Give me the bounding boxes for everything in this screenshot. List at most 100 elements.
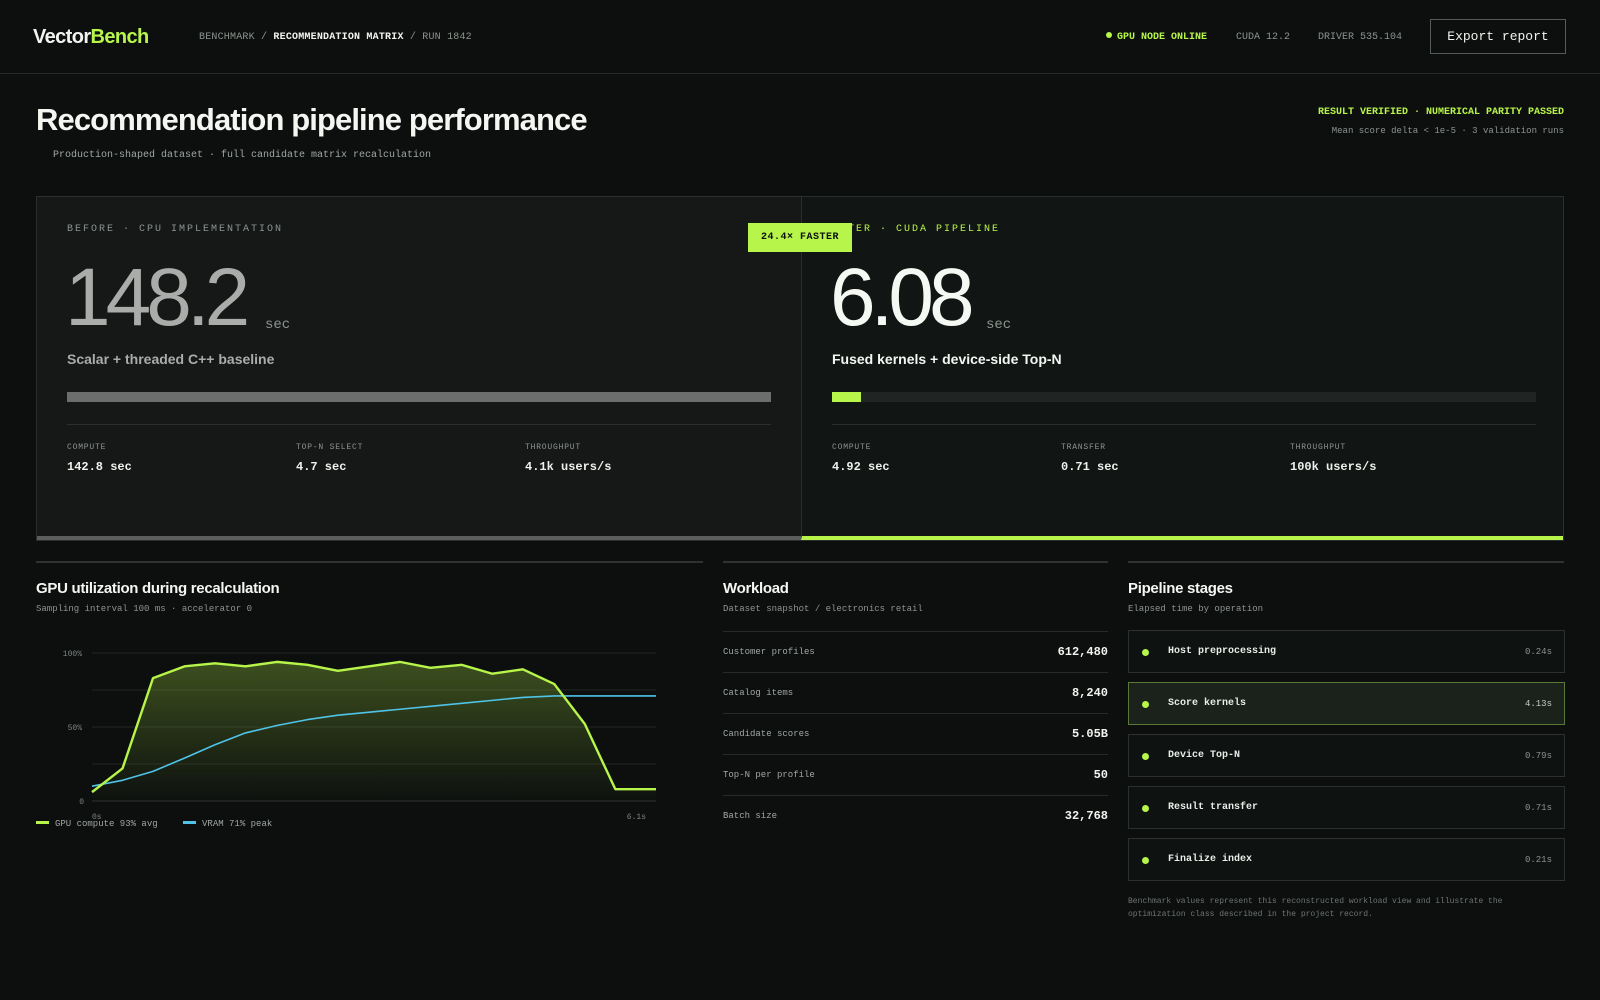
status-dot-icon	[1106, 32, 1112, 38]
page-title: Recommendation pipeline performance	[36, 102, 588, 137]
metric-value: 4.92 sec	[832, 460, 890, 474]
stage-time: 0.71s	[1524, 803, 1552, 813]
stage-finalize-index[interactable]: Finalize index 0.21s	[1128, 838, 1565, 881]
driver-version: DRIVER 535.104	[1318, 32, 1403, 43]
workload-key: Candidate scores	[723, 729, 810, 739]
x-tick-label: 6.1s	[627, 813, 646, 822]
before-time-bar	[67, 392, 771, 402]
before-label: BEFORE · CPU IMPLEMENTATION	[67, 224, 284, 235]
section-title: GPU utilization during recalculation	[36, 580, 280, 597]
pipeline-stages-section: Pipeline stages Elapsed time by operatio…	[1128, 561, 1565, 931]
benchmark-footnote: Benchmark values represent this reconstr…	[1128, 897, 1503, 919]
workload-key: Catalog items	[723, 688, 794, 698]
legend-swatch	[183, 821, 197, 824]
stage-result-transfer[interactable]: Result transfer 0.71s	[1128, 786, 1565, 829]
workload-row: Catalog items 8,240	[723, 672, 1108, 713]
after-panel: AFTER · CUDA PIPELINE 6.08 sec Fused ker…	[801, 197, 1563, 540]
after-time-bar	[832, 392, 1536, 402]
before-time-value: 148.2	[65, 252, 250, 343]
workload-row: Top-N per profile 50	[723, 754, 1108, 795]
y-tick-label: 100%	[63, 650, 82, 659]
metric-label: THROUGHPUT	[1290, 443, 1347, 452]
workload-value: 612,480	[1057, 645, 1108, 659]
gpu-status-label: GPU NODE ONLINE	[1117, 32, 1208, 43]
stage-dot-icon	[1142, 805, 1149, 812]
metric-label: COMPUTE	[832, 443, 872, 452]
after-time-bar-fill	[832, 392, 861, 402]
gpu-compute-area	[92, 661, 656, 801]
metric-label: THROUGHPUT	[525, 443, 582, 452]
stage-device-top-n[interactable]: Device Top-N 0.79s	[1128, 734, 1565, 777]
logo-part-bench: Bench	[90, 26, 150, 48]
top-bar: VectorBench BENCHMARK / RECOMMENDATION M…	[0, 0, 1600, 74]
cuda-version: CUDA 12.2	[1236, 32, 1291, 43]
legend-label: VRAM 71% peak	[202, 819, 273, 829]
section-title: Pipeline stages	[1128, 580, 1233, 597]
stage-time: 4.13s	[1524, 699, 1552, 709]
legend-label: GPU compute 93% avg	[55, 819, 158, 829]
workload-key: Top-N per profile	[723, 770, 815, 780]
stage-dot-icon	[1142, 701, 1149, 708]
breadcrumb-root[interactable]: BENCHMARK	[199, 32, 255, 43]
workload-value: 5.05B	[1071, 727, 1108, 741]
before-time-unit: sec	[265, 317, 291, 333]
breadcrumb-run: RUN 1842	[422, 32, 472, 43]
before-metric-throughput: THROUGHPUT 4.1k users/s	[525, 443, 611, 474]
gpu-status: GPU NODE ONLINE	[1106, 32, 1207, 43]
stage-score-kernels[interactable]: Score kernels 4.13s	[1128, 682, 1565, 725]
stage-name: Device Top-N	[1168, 750, 1241, 761]
chart-legend: GPU compute 93% avg VRAM 71% peak	[36, 819, 292, 829]
workload-key: Customer profiles	[723, 647, 815, 657]
breadcrumb-separator: /	[409, 32, 417, 43]
speedup-badge: 24.4× FASTER	[748, 223, 852, 252]
after-metric-transfer: TRANSFER 0.71 sec	[1061, 443, 1119, 474]
stage-name: Score kernels	[1168, 698, 1247, 709]
metric-value: 0.71 sec	[1061, 460, 1119, 474]
before-panel: BEFORE · CPU IMPLEMENTATION 148.2 sec Sc…	[37, 197, 801, 540]
before-description: Scalar + threaded C++ baseline	[67, 351, 275, 367]
workload-value: 32,768	[1064, 809, 1108, 823]
pipeline-stage-list: Host preprocessing 0.24s Score kernels 4.1…	[1128, 630, 1565, 890]
stage-time: 0.21s	[1524, 855, 1552, 865]
divider	[832, 424, 1536, 425]
after-metric-compute: COMPUTE 4.92 sec	[832, 443, 890, 474]
gpu-utilization-chart-svg: 100%50%00s 6.1s	[63, 650, 656, 822]
stage-dot-icon	[1142, 857, 1149, 864]
workload-row: Candidate scores 5.05B	[723, 713, 1108, 754]
stage-host-preprocessing[interactable]: Host preprocessing 0.24s	[1128, 630, 1565, 673]
stage-time: 0.79s	[1524, 751, 1552, 761]
stage-dot-icon	[1142, 649, 1149, 656]
workload-value: 8,240	[1071, 686, 1108, 700]
workload-row: Customer profiles 612,480	[723, 631, 1108, 672]
workload-row: Batch size 32,768	[723, 795, 1108, 836]
breadcrumb-current[interactable]: RECOMMENDATION MATRIX	[273, 32, 403, 43]
stage-dot-icon	[1142, 753, 1149, 760]
divider	[67, 424, 771, 425]
gpu-utilization-chart: 100% 50% 0 0s 6.1s	[36, 641, 676, 831]
metric-label: TRANSFER	[1061, 443, 1106, 452]
metric-value: 100k users/s	[1290, 460, 1377, 474]
section-subtitle: Sampling interval 100 ms · accelerator 0	[36, 604, 253, 614]
before-metric-topn: TOP-N SELECT 4.7 sec	[296, 443, 363, 474]
metric-label: TOP-N SELECT	[296, 443, 364, 452]
workload-value: 50	[1093, 768, 1108, 782]
after-time-unit: sec	[986, 317, 1012, 333]
metric-label: COMPUTE	[67, 443, 107, 452]
export-report-button[interactable]: Export report	[1430, 19, 1566, 54]
before-metric-compute: COMPUTE 142.8 sec	[67, 443, 132, 474]
workload-section: Workload Dataset snapshot / electronics …	[723, 561, 1108, 861]
breadcrumb: BENCHMARK / RECOMMENDATION MATRIX / RUN …	[199, 32, 472, 43]
verification-status: RESULT VERIFIED · NUMERICAL PARITY PASSE…	[1317, 107, 1564, 118]
legend-item-vram: VRAM 71% peak	[183, 819, 272, 829]
stage-name: Result transfer	[1168, 802, 1259, 813]
workload-table: Customer profiles 612,480 Catalog items 8,…	[723, 631, 1108, 836]
after-metric-throughput: THROUGHPUT 100k users/s	[1290, 443, 1376, 474]
stage-name: Finalize index	[1168, 854, 1253, 865]
logo-part-vector: Vector	[33, 26, 91, 48]
section-subtitle: Dataset snapshot / electronics retail	[723, 604, 923, 614]
stage-time: 0.24s	[1524, 647, 1552, 657]
legend-item-gpu-compute: GPU compute 93% avg	[36, 819, 158, 829]
page-subtitle: Production-shaped dataset · full candida…	[53, 150, 432, 161]
y-tick-label: 50%	[68, 724, 83, 733]
logo[interactable]: VectorBench	[33, 26, 149, 49]
